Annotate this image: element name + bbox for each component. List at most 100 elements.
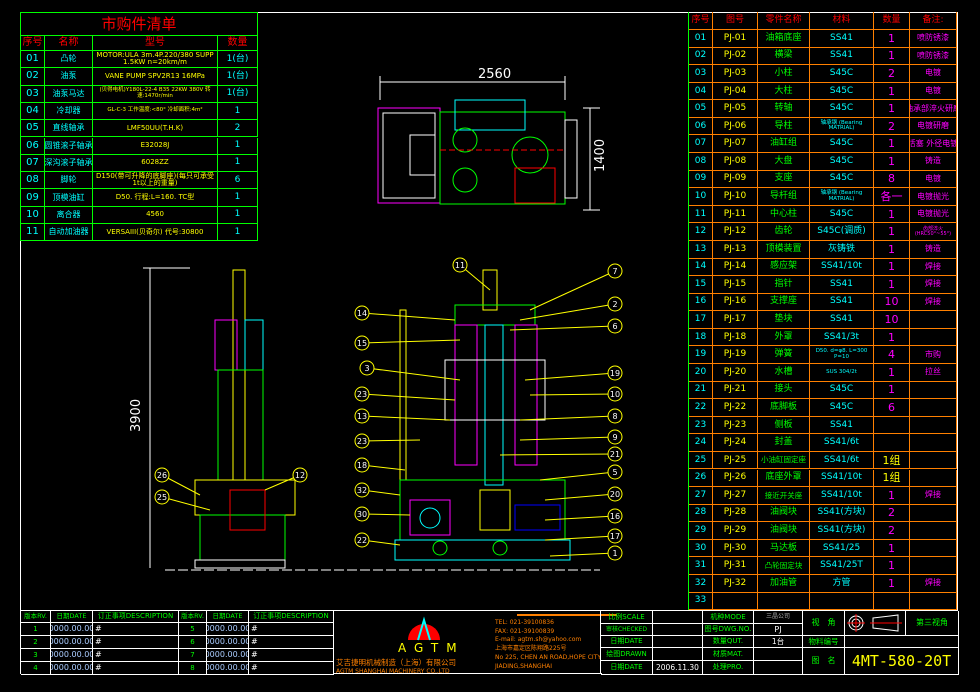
row-no: 07 (689, 135, 713, 154)
row-qty: 1 (874, 381, 910, 400)
balloon-number: 1 (612, 549, 617, 558)
row-qty: 10 (874, 311, 910, 329)
row-mat: SS41(方块) (810, 504, 874, 523)
header-col-qty: 数量 (218, 36, 258, 51)
row-qty (874, 592, 910, 611)
row-qty: 1 (874, 328, 910, 347)
row-dwg: PJ-32 (713, 574, 758, 593)
leader-line (539, 471, 616, 481)
row-note: 轴承部淬火研磨 (910, 100, 957, 118)
row-no: 02 (689, 47, 713, 66)
company-name-cn: 艾吉捷明机械制造（上海）有限公司 (336, 658, 456, 667)
row-name: 大盘 (758, 153, 810, 171)
row-name: 脚轮 (45, 172, 93, 190)
revision-description: # (93, 649, 179, 662)
row-dwg: PJ-02 (713, 47, 758, 66)
row-note: 电镀抛光 (910, 205, 957, 224)
header-col-model: 型号 (93, 36, 218, 51)
revision-number: 5 (179, 623, 207, 636)
row-name: 感应架 (758, 258, 810, 277)
row-dwg: PJ-23 (713, 416, 758, 435)
balloon-number: 7 (612, 267, 617, 276)
balloon-number: 15 (357, 339, 367, 348)
revision-number: 3 (21, 649, 51, 662)
company-block: AGTM 艾吉捷明机械制造（上海）有限公司 AGTM SHANGHAI MACH… (334, 610, 617, 675)
row-note: 电镀抛光 (910, 188, 957, 206)
row-name: 齿轮 (758, 223, 810, 241)
row-no: 26 (689, 469, 713, 488)
row-no: 11 (21, 224, 45, 242)
row-mat: 方管 (810, 574, 874, 593)
date2-value: 2006.11.30 (653, 661, 703, 675)
address-cn: 上海市嘉定区陈翔路225号 (495, 645, 567, 653)
row-note (910, 592, 957, 611)
leader-line (549, 552, 616, 557)
leader-line (361, 393, 456, 401)
model-label: 机种MODE (703, 611, 754, 624)
row-mat: SS41 (810, 276, 874, 294)
row-qty: 1 (874, 240, 910, 259)
leader-line (529, 270, 616, 311)
row-mat: S45C (810, 399, 874, 417)
row-note: 活塞 外径电镀 (910, 135, 957, 154)
process-label: 处理PRO. (703, 661, 754, 675)
revision-description: # (249, 623, 334, 636)
row-mat: S45C (810, 381, 874, 400)
revision-number: 8 (179, 662, 207, 675)
balloon-number: 10 (610, 390, 620, 399)
leader-line (366, 367, 461, 381)
date-label: 日期DATE (601, 636, 653, 648)
row-dwg: PJ-21 (713, 381, 758, 400)
balloon-number: 8 (612, 412, 617, 421)
row-qty (874, 416, 910, 435)
row-no: 04 (689, 82, 713, 101)
balloon-number: 20 (610, 490, 620, 499)
row-no: 28 (689, 504, 713, 523)
revision-date: 0000.00.00 (207, 662, 249, 675)
revision-date: 0000.00.00 (51, 623, 93, 636)
row-dwg: PJ-11 (713, 205, 758, 224)
row-dwg: PJ-06 (713, 117, 758, 136)
row-no: 09 (689, 170, 713, 189)
row-mat: S45C (810, 65, 874, 83)
address-en-2: JIADING,SHANGHAI (495, 662, 553, 670)
row-no: 07 (21, 154, 45, 173)
revision-number: 1 (21, 623, 51, 636)
drawn-value (653, 648, 703, 661)
row-mat: SS41/6t (810, 434, 874, 452)
balloon-number: 21 (610, 450, 620, 459)
row-name: 圆锥滚子轴承 (45, 137, 93, 155)
revision-date: 0000.00.00 (207, 636, 249, 649)
header-note: 备注: (910, 12, 957, 30)
scale-label: 比例SCALE (601, 611, 653, 624)
row-note: 齿部淬火(HRC50°~55°) (910, 223, 957, 241)
balloon-number: 9 (612, 433, 617, 442)
row-qty: 1 (874, 30, 910, 48)
leader-line (519, 303, 616, 321)
row-name: 接头 (758, 381, 810, 400)
row-note (910, 451, 957, 470)
row-note (910, 557, 957, 575)
material-label: 材质MAT. (703, 648, 754, 661)
row-mat: S45C (810, 170, 874, 189)
revision-date: 0000.00.00 (51, 662, 93, 675)
balloon-number: 18 (357, 461, 367, 470)
row-no: 19 (689, 346, 713, 365)
row-name: 自动加油器 (45, 224, 93, 242)
row-dwg: PJ-03 (713, 65, 758, 83)
row-dwg: PJ-12 (713, 223, 758, 241)
row-note: 焊接 (910, 258, 957, 277)
leader-line (361, 312, 456, 321)
row-no: 05 (689, 100, 713, 118)
row-name: 横梁 (758, 47, 810, 66)
balloon-number: 13 (357, 412, 367, 421)
row-note: 市购 (910, 346, 957, 365)
row-dwg: PJ-18 (713, 328, 758, 347)
row-name: 油缸组 (758, 135, 810, 154)
balloon-number: 32 (357, 486, 367, 495)
row-no: 32 (689, 574, 713, 593)
row-note: 焊接 (910, 574, 957, 593)
row-qty: 1组 (874, 469, 910, 488)
revision-number: 7 (179, 649, 207, 662)
row-name: 导杆组 (758, 188, 810, 206)
